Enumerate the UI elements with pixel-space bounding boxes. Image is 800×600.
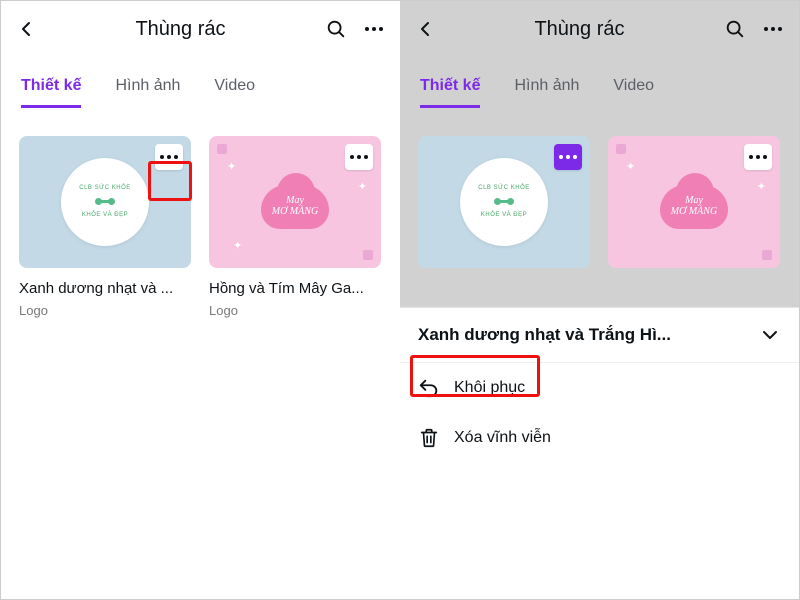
- card-more-button[interactable]: [155, 144, 183, 170]
- tab-video[interactable]: Video: [214, 77, 255, 108]
- search-icon[interactable]: [324, 17, 348, 41]
- design-card[interactable]: ✦ ✦ ✦ MayMƠ MÀNG Hồng và Tím Mây Ga... L…: [209, 136, 381, 318]
- delete-forever-button[interactable]: Xóa vĩnh viễn: [400, 413, 799, 463]
- tab-images[interactable]: Hình ảnh: [115, 77, 180, 108]
- design-card[interactable]: ✦ ✦ MayMƠ MÀNG: [608, 136, 780, 268]
- back-button[interactable]: [15, 18, 37, 40]
- delete-label: Xóa vĩnh viễn: [454, 429, 551, 447]
- card-title: Hồng và Tím Mây Ga...: [209, 280, 381, 297]
- card-type: Logo: [209, 303, 381, 318]
- cloud-preview: MayMƠ MÀNG: [247, 167, 343, 237]
- trash-icon: [418, 427, 440, 449]
- card-type: Logo: [19, 303, 191, 318]
- restore-label: Khôi phục: [454, 379, 525, 397]
- logo-preview: CLB SỨC KHỎE KHỎE VÀ ĐẸP: [460, 158, 548, 246]
- tabs: Thiết kế Hình ảnh Video: [400, 77, 799, 108]
- sheet-title: Xanh dương nhạt và Trắng Hì...: [418, 325, 759, 345]
- thumbnail: CLB SỨC KHỎE KHỎE VÀ ĐẸP: [418, 136, 590, 268]
- logo-preview: CLB SỨC KHỎE KHỎE VÀ ĐẸP: [61, 158, 149, 246]
- card-more-button[interactable]: [554, 144, 582, 170]
- design-card[interactable]: CLB SỨC KHỎE KHỎE VÀ ĐẸP Xanh dương nhạt…: [19, 136, 191, 318]
- search-icon[interactable]: [723, 17, 747, 41]
- tab-video[interactable]: Video: [613, 77, 654, 108]
- more-icon[interactable]: [362, 17, 386, 41]
- page-title: Thùng rác: [436, 18, 723, 41]
- cloud-preview: MayMƠ MÀNG: [646, 167, 742, 237]
- thumbnail: CLB SỨC KHỎE KHỎE VÀ ĐẸP: [19, 136, 191, 268]
- thumbnail: ✦ ✦ ✦ MayMƠ MÀNG: [209, 136, 381, 268]
- card-title: Xanh dương nhạt và ...: [19, 280, 191, 297]
- thumbnail: ✦ ✦ MayMƠ MÀNG: [608, 136, 780, 268]
- back-button[interactable]: [414, 18, 436, 40]
- card-more-button[interactable]: [744, 144, 772, 170]
- action-sheet: Xanh dương nhạt và Trắng Hì... Khôi phục…: [400, 307, 799, 599]
- collapse-icon[interactable]: [759, 324, 781, 346]
- tab-images[interactable]: Hình ảnh: [514, 77, 579, 108]
- page-title: Thùng rác: [37, 18, 324, 41]
- card-more-button[interactable]: [345, 144, 373, 170]
- tab-design[interactable]: Thiết kế: [21, 77, 81, 108]
- undo-icon: [418, 377, 440, 399]
- tab-design[interactable]: Thiết kế: [420, 77, 480, 108]
- tabs: Thiết kế Hình ảnh Video: [1, 77, 400, 108]
- design-card[interactable]: CLB SỨC KHỎE KHỎE VÀ ĐẸP: [418, 136, 590, 268]
- restore-button[interactable]: Khôi phục: [400, 363, 799, 413]
- more-icon[interactable]: [761, 17, 785, 41]
